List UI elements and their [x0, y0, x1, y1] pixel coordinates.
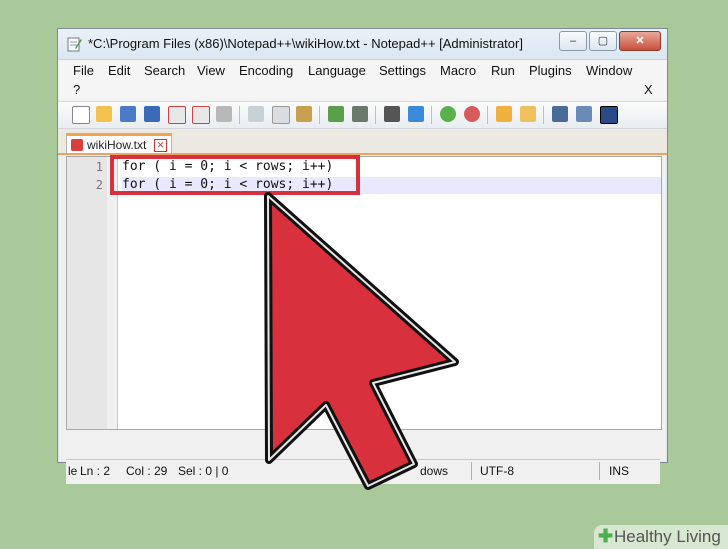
status-file-type: le [68, 464, 78, 478]
zoom-in-icon[interactable] [440, 106, 456, 122]
close-button[interactable]: ✕ [619, 31, 661, 51]
menu-macro[interactable]: Macro [440, 63, 476, 78]
healthy-living-logo-icon: ✚ [598, 526, 614, 546]
line-number-gutter: 1 2 [67, 157, 118, 429]
notepad-app-icon [67, 37, 82, 52]
word-wrap-icon[interactable] [552, 106, 568, 122]
tab-label: wikiHow.txt [87, 138, 147, 152]
menu-view[interactable]: View [197, 63, 225, 78]
toolbar-separator [543, 106, 544, 124]
zoom-out-icon[interactable] [464, 106, 480, 122]
cut-icon[interactable] [248, 106, 264, 122]
code-highlight-box [110, 155, 360, 195]
status-selection: Sel : 0 | 0 [178, 464, 229, 478]
menu-search[interactable]: Search [144, 63, 185, 78]
undo-icon[interactable] [328, 106, 344, 122]
print-icon[interactable] [216, 106, 232, 122]
tab-wikihow[interactable]: wikiHow.txt ✕ [66, 133, 172, 153]
status-bar: le Ln : 2 Col : 29 Sel : 0 | 0 dows UTF-… [66, 459, 660, 484]
tab-close-icon[interactable]: ✕ [154, 139, 167, 152]
status-separator [471, 462, 472, 480]
menu-encoding[interactable]: Encoding [239, 63, 293, 78]
title-bar[interactable]: *C:\Program Files (x86)\Notepad++\wikiHo… [58, 29, 667, 60]
status-separator [599, 462, 600, 480]
unsaved-file-icon [71, 139, 83, 151]
sync-vertical-icon[interactable] [496, 106, 512, 122]
line-number: 2 [95, 178, 103, 192]
open-file-icon[interactable] [96, 106, 112, 122]
toolbar-separator [239, 106, 240, 124]
tab-bar: wikiHow.txt ✕ [58, 129, 667, 155]
watermark-text: Healthy Living [614, 527, 721, 546]
save-all-icon[interactable] [144, 106, 160, 122]
close-all-icon[interactable] [192, 106, 210, 124]
maximize-button[interactable]: ▢ [589, 31, 617, 51]
window-controls: – ▢ ✕ [559, 31, 661, 51]
toolbar-separator [375, 106, 376, 124]
menu-settings[interactable]: Settings [379, 63, 426, 78]
menu-language[interactable]: Language [308, 63, 366, 78]
copy-icon[interactable] [272, 106, 290, 124]
editor-area[interactable]: 1 2 for ( i = 0; i < rows; i++) for ( i … [66, 156, 662, 430]
notepad-window: *C:\Program Files (x86)\Notepad++\wikiHo… [57, 28, 668, 484]
watermark: ✚ Healthy Living [594, 525, 728, 549]
status-line: Ln : 2 [80, 464, 111, 478]
window-title: *C:\Program Files (x86)\Notepad++\wikiHo… [88, 36, 523, 51]
toolbar [58, 101, 667, 129]
close-icon[interactable] [168, 106, 186, 124]
new-file-icon[interactable] [72, 106, 90, 124]
close-document-button[interactable]: X [644, 82, 653, 97]
toolbar-separator [319, 106, 320, 124]
menu-bar: File Edit Search View Encoding Language … [58, 60, 667, 100]
status-eol: dows [420, 464, 449, 478]
indent-guide-icon[interactable] [600, 106, 618, 124]
status-encoding: UTF-8 [480, 464, 514, 478]
paste-icon[interactable] [296, 106, 312, 122]
minimize-button[interactable]: – [559, 31, 587, 51]
fold-margin [107, 157, 117, 429]
status-insert-mode: INS [609, 464, 630, 478]
replace-icon[interactable] [408, 106, 424, 122]
line-number: 1 [95, 160, 103, 174]
show-all-characters-icon[interactable] [576, 106, 592, 122]
menu-help[interactable]: ? [73, 82, 80, 97]
menu-edit[interactable]: Edit [108, 63, 130, 78]
find-icon[interactable] [384, 106, 400, 122]
menu-file[interactable]: File [73, 63, 94, 78]
toolbar-separator [431, 106, 432, 124]
sync-horizontal-icon[interactable] [520, 106, 536, 122]
redo-icon[interactable] [352, 106, 368, 122]
menu-window[interactable]: Window [586, 63, 632, 78]
menu-plugins[interactable]: Plugins [529, 63, 572, 78]
menu-run[interactable]: Run [491, 63, 515, 78]
toolbar-separator [487, 106, 488, 124]
save-icon[interactable] [120, 106, 136, 122]
status-column: Col : 29 [126, 464, 168, 478]
